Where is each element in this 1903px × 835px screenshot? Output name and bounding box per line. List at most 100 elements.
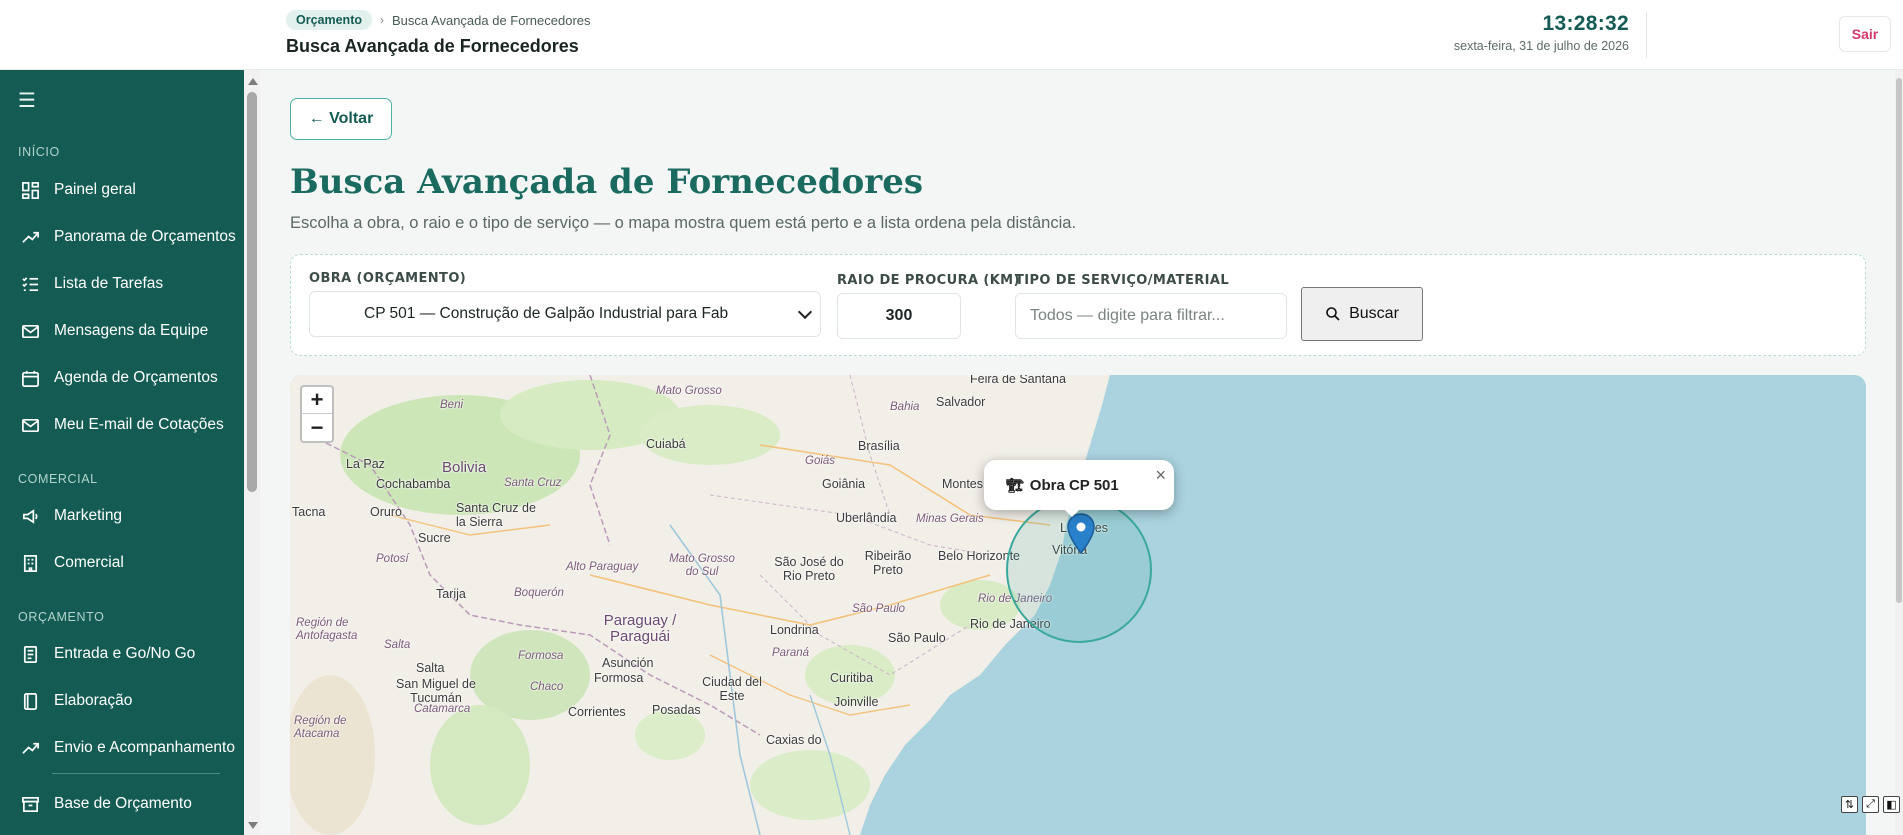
search-button[interactable]: Buscar xyxy=(1301,287,1423,341)
clock-time: 13:28:32 xyxy=(1542,12,1629,35)
sidebar-item-tarefas[interactable]: Lista de Tarefas xyxy=(0,264,244,304)
sidebar-item-label: Lista de Tarefas xyxy=(54,275,164,292)
sidebar-item-label: Meu E-mail de Cotações xyxy=(54,416,224,433)
sidebar-scroll-thumb[interactable] xyxy=(247,92,257,492)
trend-icon xyxy=(20,738,40,758)
page-title: Busca Avançada de Fornecedores xyxy=(290,162,923,202)
expand-icon[interactable]: ⤢ xyxy=(1862,796,1879,813)
map-label-santa-cruz-region: Santa Cruz xyxy=(504,477,562,489)
sidebar-item-base[interactable]: Base de Orçamento xyxy=(0,784,244,824)
sidebar-item-marketing[interactable]: Marketing xyxy=(0,496,244,536)
map-label-tucuman: San Miguel de Tucumán xyxy=(396,677,476,705)
filter-panel: OBRA (ORÇAMENTO) CP 501 — Construção de … xyxy=(290,254,1866,356)
map-label-posadas: Posadas xyxy=(652,703,701,717)
sort-icon[interactable]: ⇅ xyxy=(1841,796,1858,813)
sidebar-item-elaboracao[interactable]: Elaboração xyxy=(0,681,244,721)
breadcrumb-separator: › xyxy=(380,13,384,27)
header-title: Busca Avançada de Fornecedores xyxy=(286,36,579,56)
map-label-potosi: Potosí xyxy=(376,553,409,565)
search-icon xyxy=(1326,307,1340,321)
scroll-down-icon[interactable] xyxy=(248,822,258,829)
breadcrumb: Orçamento › Busca Avançada de Fornecedor… xyxy=(286,10,591,30)
sidebar-item-mensagens[interactable]: Mensagens da Equipe xyxy=(0,311,244,351)
popup-close-icon[interactable]: × xyxy=(1155,465,1166,486)
main-scroll-thumb[interactable] xyxy=(1896,78,1902,603)
map-label-formosa: Formosa xyxy=(594,671,644,685)
zoom-control: + − xyxy=(300,385,334,443)
map-popup: 🏗 Obra CP 501 × xyxy=(984,460,1174,510)
map-label-goiania: Goiânia xyxy=(822,477,866,491)
sidebar-item-agenda[interactable]: Agenda de Orçamentos xyxy=(0,358,244,398)
panel-icon[interactable]: ◧ xyxy=(1883,796,1900,813)
chevron-down-icon xyxy=(797,304,813,319)
map-label-minas: Minas Gerais xyxy=(916,513,984,525)
zoom-in-button[interactable]: + xyxy=(302,387,332,414)
clock-date: sexta-feira, 31 de julho de 2026 xyxy=(1453,39,1629,53)
scroll-up-icon[interactable] xyxy=(248,78,258,85)
map-label-tarija: Tarija xyxy=(436,587,466,601)
map-label-salta-region: Salta xyxy=(384,639,411,651)
map-label-tacna: Tacna xyxy=(292,505,326,519)
header-divider xyxy=(1646,12,1647,58)
archive-icon xyxy=(20,794,40,814)
dashboard-icon xyxy=(20,180,40,200)
map-label-ciudad-este: Ciudad del Este xyxy=(702,675,762,703)
map-label-alto-paraguay: Alto Paraguay xyxy=(566,561,639,573)
map-label-caxias: Caxias do xyxy=(766,733,822,747)
building-icon xyxy=(20,553,40,573)
sidebar-item-label: Agenda de Orçamentos xyxy=(54,369,218,386)
breadcrumb-current: Busca Avançada de Fornecedores xyxy=(392,12,591,28)
map[interactable]: Feira de Santana Salvador Bahia Mato Gro… xyxy=(290,375,1866,835)
raio-input[interactable]: 300 xyxy=(837,293,961,339)
sidebar-item-email-cotacoes[interactable]: Meu E-mail de Cotações xyxy=(0,405,244,445)
sidebar-item-entrada[interactable]: Entrada e Go/No Go xyxy=(0,634,244,674)
obra-label: OBRA (ORÇAMENTO) xyxy=(309,271,467,286)
popup-label: Obra CP 501 xyxy=(1029,476,1119,494)
breadcrumb-root[interactable]: Orçamento xyxy=(286,10,372,30)
map-label-cochabamba: Cochabamba xyxy=(376,477,451,491)
map-label-la-paz: La Paz xyxy=(346,457,385,471)
section-label-orcamento: ORÇAMENTO xyxy=(18,610,105,624)
tipo-label: TIPO DE SERVIÇO/MATERIAL xyxy=(1015,273,1230,288)
back-button[interactable]: ← Voltar xyxy=(290,98,392,140)
tipo-input[interactable] xyxy=(1015,293,1287,339)
section-label-comercial: COMERCIAL xyxy=(18,472,98,486)
sidebar-item-label: Panorama de Orçamentos xyxy=(54,228,236,245)
sidebar-item-comercial[interactable]: Comercial xyxy=(0,543,244,583)
map-label-boqueron: Boquerón xyxy=(514,587,564,599)
map-label-salta: Salta xyxy=(416,661,445,675)
raio-label: RAIO DE PROCURA (KM) xyxy=(837,273,1020,288)
map-label-oruro: Oruro xyxy=(370,505,402,519)
main-content: ← Voltar Busca Avançada de Fornecedores … xyxy=(260,70,1903,835)
sidebar-item-panorama[interactable]: Panorama de Orçamentos xyxy=(0,217,244,257)
map-marker-icon[interactable] xyxy=(1066,513,1096,555)
map-label-uberlandia: Uberlândia xyxy=(836,511,897,525)
sidebar-scrollbar[interactable] xyxy=(244,70,260,835)
logout-button[interactable]: Sair xyxy=(1839,16,1891,52)
map-label-corrientes: Corrientes xyxy=(568,705,626,719)
map-label-mato-grosso: Mato Grosso xyxy=(656,385,722,397)
zoom-out-button[interactable]: − xyxy=(302,414,332,441)
map-label-ms: Mato Grosso do Sul xyxy=(669,553,735,578)
map-label-sp: São Paulo xyxy=(888,631,946,645)
menu-toggle-icon[interactable]: ☰ xyxy=(18,88,36,113)
map-label-beni: Beni xyxy=(440,399,464,411)
map-label-sao-jose: São José do Rio Preto xyxy=(774,555,844,583)
map-label-sucre: Sucre xyxy=(418,531,451,545)
map-label-catamarca: Catamarca xyxy=(414,703,471,715)
sidebar-item-label: Marketing xyxy=(54,507,123,524)
map-label-bolivia: Bolivia xyxy=(442,459,487,476)
map-label-chaco: Chaco xyxy=(530,681,564,693)
sidebar-item-envio[interactable]: Envio e Acompanhamento xyxy=(0,728,244,768)
obra-select[interactable]: CP 501 — Construção de Galpão Industrial… xyxy=(309,291,821,337)
sidebar-item-label: Elaboração xyxy=(54,692,133,709)
sidebar-item-painel-geral[interactable]: Painel geral xyxy=(0,170,244,210)
map-label-cuiaba: Cuiabá xyxy=(646,437,686,451)
main-scrollbar[interactable] xyxy=(1895,70,1903,835)
obra-select-value: CP 501 — Construção de Galpão Industrial… xyxy=(364,305,729,322)
megaphone-icon xyxy=(20,506,40,526)
sidebar-item-label: Comercial xyxy=(54,554,124,571)
sidebar-item-label: Entrada e Go/No Go xyxy=(54,645,196,662)
map-label-sp-state: São Paulo xyxy=(852,603,906,615)
sidebar: ☰ INÍCIO Painel geral Panorama de Orçame… xyxy=(0,70,244,835)
